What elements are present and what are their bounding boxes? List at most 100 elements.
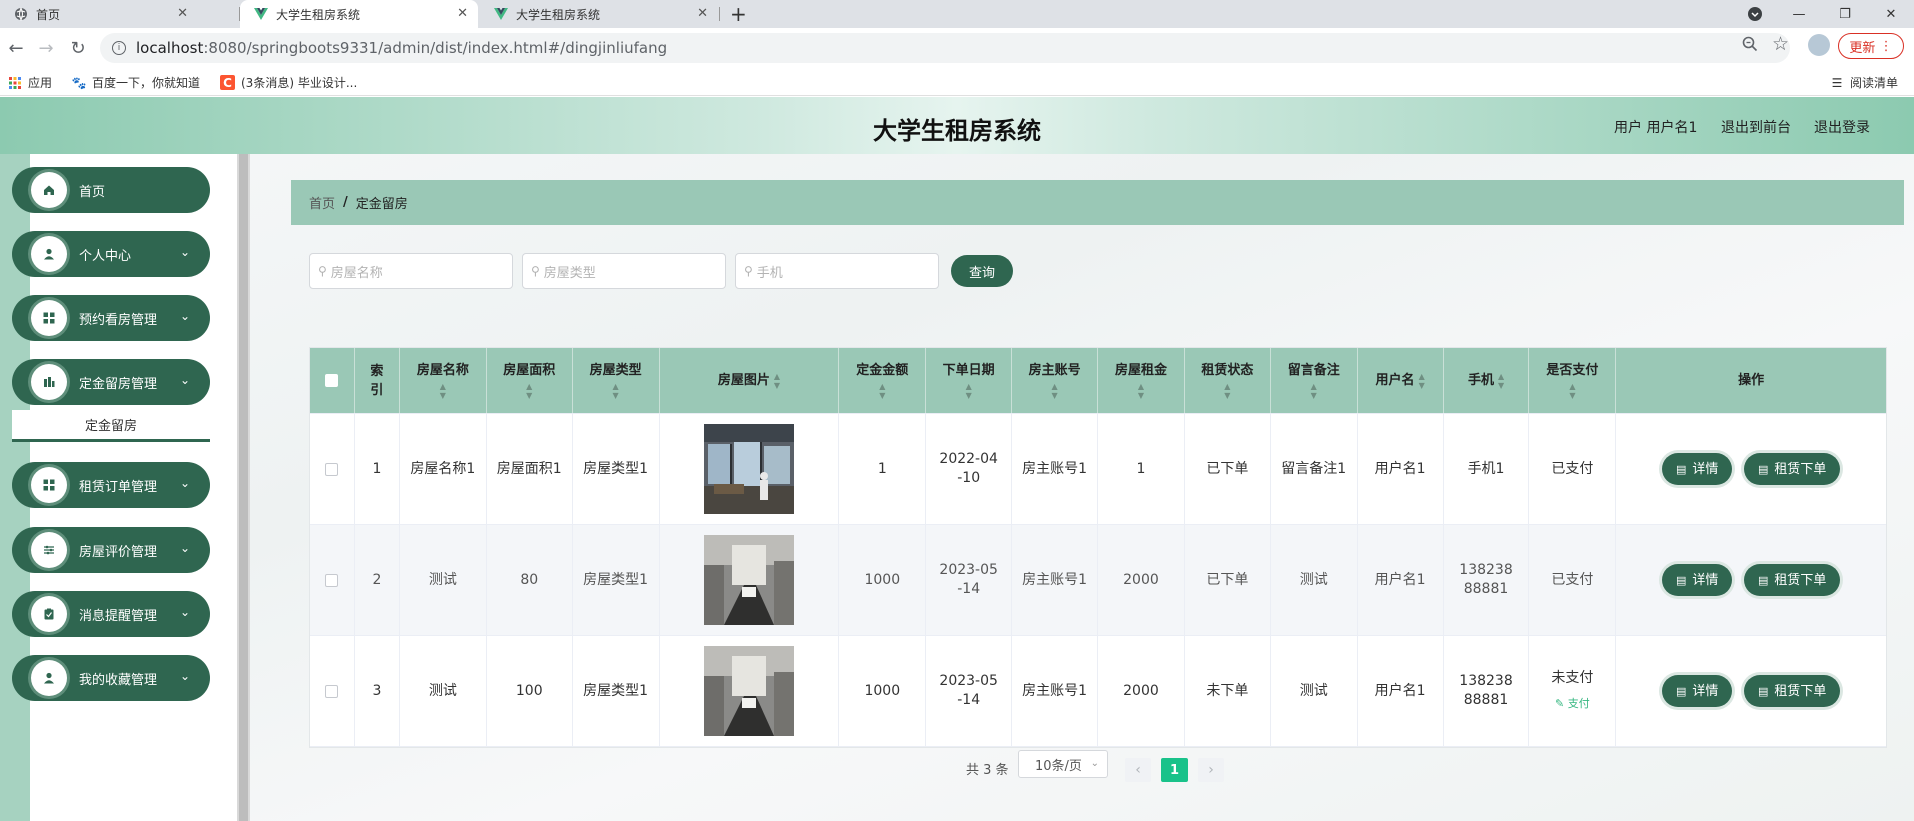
column-header-sortable[interactable]: 是否支付 ▲ ▼ (1529, 348, 1617, 413)
page-size-select[interactable]: 10条/页 ⌄ (1018, 750, 1108, 778)
sort-caret-icon[interactable]: ▲ ▼ (1498, 372, 1504, 390)
pay-link[interactable]: ✎ 支付 (1555, 694, 1590, 713)
back-to-frontend-link[interactable]: 退出到前台 (1721, 117, 1791, 137)
sort-caret-icon[interactable]: ▲ ▼ (1311, 382, 1317, 400)
sidebar-item-deposit[interactable]: 定金留房管理 ⌄ (12, 359, 210, 405)
sort-caret-icon[interactable]: ▲ ▼ (1138, 382, 1144, 400)
browser-tab-home[interactable]: 首页 ✕ (0, 0, 198, 28)
sidebar-item-lease-orders[interactable]: 租赁订单管理 ⌄ (12, 462, 210, 508)
sort-caret-icon[interactable]: ▲ ▼ (1419, 372, 1425, 390)
row-checkbox[interactable] (325, 573, 339, 587)
table-row: 2 测试 80 房屋类型1 1000 2023-05-14 房主账号1 2000… (310, 525, 1886, 636)
sidebar-item-home[interactable]: 首页 (12, 167, 210, 213)
logout-link[interactable]: 退出登录 (1814, 117, 1870, 137)
sidebar-item-label: 租赁订单管理 (79, 479, 158, 495)
url-bar[interactable]: i localhost:8080/springboots9331/admin/d… (100, 33, 1790, 63)
back-arrow-icon[interactable]: ← (4, 36, 28, 60)
sidebar-item-reviews[interactable]: 房屋评价管理 ⌄ (12, 527, 210, 573)
house-photo-thumbnail[interactable] (703, 424, 794, 514)
detail-button[interactable]: ▤ 详情 (1662, 675, 1733, 707)
column-header-sortable[interactable]: 下单日期 ▲ ▼ (926, 348, 1013, 413)
profile-avatar-icon[interactable] (1808, 34, 1830, 56)
column-header-sortable[interactable]: 房屋类型 ▲ ▼ (573, 348, 660, 413)
prev-page-button[interactable]: ‹ (1125, 758, 1151, 782)
column-header-sortable[interactable]: 用户名 ▲ ▼ (1358, 348, 1444, 413)
select-all-checkbox[interactable] (325, 374, 339, 387)
detail-button[interactable]: ▤ 详情 (1662, 453, 1733, 485)
query-button[interactable]: 查询 (951, 255, 1013, 287)
browser-tab[interactable]: 大学生租房系统 ✕ (480, 0, 718, 28)
column-header-sortable[interactable]: 房屋名称 ▲ ▼ (400, 348, 487, 413)
bookmark-apps[interactable]: 应用 (8, 74, 52, 91)
row-checkbox-cell[interactable] (310, 525, 355, 635)
lease-order-button[interactable]: ▤ 租赁下单 (1744, 453, 1841, 485)
sidebar-item-profile[interactable]: 个人中心 ⌄ (12, 231, 210, 277)
select-all-checkbox-cell[interactable] (310, 348, 355, 413)
reload-icon[interactable]: ↻ (66, 36, 90, 60)
sort-caret-icon[interactable]: ▲ ▼ (1224, 382, 1230, 400)
row-checkbox[interactable] (325, 684, 339, 698)
column-header-sortable[interactable]: 租赁状态 ▲ ▼ (1185, 348, 1271, 413)
window-close-icon[interactable]: ✕ (1868, 0, 1914, 28)
next-page-button[interactable]: › (1198, 758, 1224, 782)
sort-caret-icon[interactable]: ▲ ▼ (1051, 382, 1057, 400)
reading-list[interactable]: ☰ 阅读清单 (1830, 74, 1898, 91)
lease-order-button[interactable]: ▤ 租赁下单 (1744, 564, 1841, 596)
row-checkbox-cell[interactable] (310, 414, 355, 524)
cell-username: 用户名1 (1358, 636, 1444, 746)
reading-list-icon: ☰ (1831, 75, 1843, 90)
cell-note: 留言备注1 (1271, 414, 1358, 524)
new-tab-plus-icon[interactable]: + (730, 2, 747, 26)
phone-search-input[interactable]: ⚲ 手机 (735, 253, 939, 289)
column-header-sortable[interactable]: 定金金额 ▲ ▼ (839, 348, 927, 413)
close-icon[interactable]: ✕ (697, 6, 708, 21)
document-icon: ▤ (1675, 684, 1687, 698)
sidebar-scrollbar[interactable] (237, 154, 250, 821)
sort-caret-icon[interactable]: ▲ ▼ (613, 382, 619, 400)
row-checkbox-cell[interactable] (310, 636, 355, 746)
row-checkbox[interactable] (325, 462, 339, 476)
column-header-sortable[interactable]: 手机 ▲ ▼ (1444, 348, 1530, 413)
column-header-sortable[interactable]: 房屋面积 ▲ ▼ (487, 348, 573, 413)
house-photo-thumbnail[interactable] (703, 535, 794, 625)
column-header-sortable[interactable]: 房屋租金 ▲ ▼ (1098, 348, 1185, 413)
close-icon[interactable]: ✕ (177, 6, 188, 21)
bookmark-star-icon[interactable]: ☆ (1772, 33, 1789, 55)
order-date-text: 2023-05-14 (939, 673, 998, 708)
sort-caret-icon[interactable]: ▲ ▼ (440, 382, 446, 400)
page-number-current[interactable]: 1 (1161, 758, 1188, 782)
house-name-search-input[interactable]: ⚲ 房屋名称 (309, 253, 513, 289)
house-photo-thumbnail[interactable] (703, 646, 794, 736)
lease-order-button[interactable]: ▤ 租赁下单 (1744, 675, 1841, 707)
restore-icon[interactable]: ❐ (1822, 0, 1868, 28)
cell-house-image (660, 636, 840, 746)
sidebar-item-favorites[interactable]: 我的收藏管理 ⌄ (12, 655, 210, 701)
column-header-sortable[interactable]: 留言备注 ▲ ▼ (1271, 348, 1358, 413)
update-button[interactable]: 更新 ⋮ (1838, 33, 1904, 59)
sort-caret-icon[interactable]: ▲ ▼ (774, 372, 780, 390)
bookmark-baidu[interactable]: 🐾 百度一下，你就知道 (72, 74, 200, 91)
column-header-sortable[interactable]: 房屋图片 ▲ ▼ (660, 348, 840, 413)
info-icon[interactable]: i (112, 41, 126, 55)
bookmark-csdn[interactable]: C (3条消息) 毕业设计... (220, 74, 357, 91)
sort-caret-icon[interactable]: ▲ ▼ (966, 382, 972, 400)
forward-arrow-icon[interactable]: → (34, 36, 58, 60)
zoom-search-icon[interactable] (1742, 36, 1758, 56)
column-header-sortable[interactable]: 房主账号 ▲ ▼ (1012, 348, 1099, 413)
breadcrumb-home-link[interactable]: 首页 (309, 193, 335, 212)
house-type-search-input[interactable]: ⚲ 房屋类型 (522, 253, 726, 289)
column-header-label: 房屋类型 (589, 363, 642, 378)
sort-caret-icon[interactable]: ▲ ▼ (1569, 382, 1575, 400)
tab-search-chevron-icon[interactable] (1732, 0, 1778, 28)
browser-tab-active[interactable]: 大学生租房系统 ✕ (240, 0, 478, 28)
sort-caret-icon[interactable]: ▲ ▼ (526, 382, 532, 400)
sort-caret-icon[interactable]: ▲ ▼ (879, 382, 885, 400)
scrollbar-thumb[interactable] (239, 154, 248, 821)
cell-index: 2 (355, 525, 400, 635)
minimize-icon[interactable]: — (1776, 0, 1822, 28)
sidebar-item-viewing[interactable]: 预约看房管理 ⌄ (12, 295, 210, 341)
sidebar-item-messages[interactable]: 消息提醒管理 ⌄ (12, 591, 210, 637)
close-icon[interactable]: ✕ (457, 6, 468, 21)
detail-button[interactable]: ▤ 详情 (1662, 564, 1733, 596)
sidebar-subitem-deposit-room[interactable]: 定金留房 (12, 410, 210, 442)
